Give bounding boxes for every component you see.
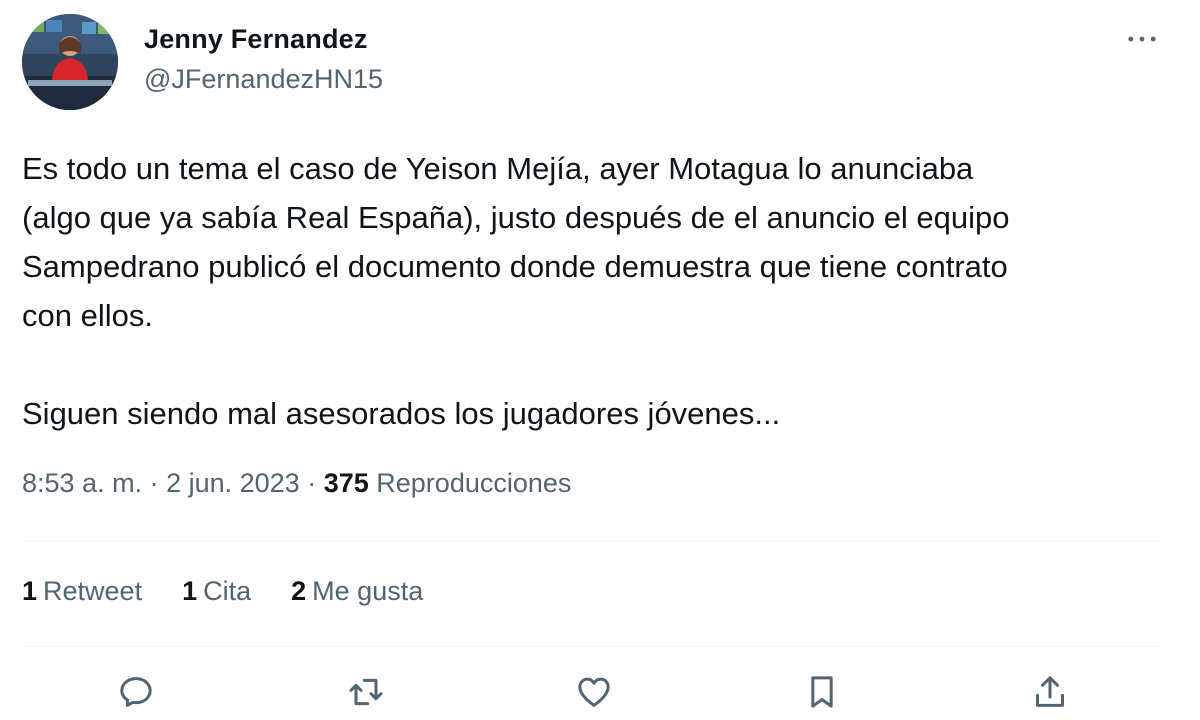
more-options-button[interactable] [1122, 24, 1162, 54]
tweet-time[interactable]: 8:53 a. m. [22, 468, 142, 498]
reply-button[interactable] [112, 672, 160, 720]
retweet-icon [349, 678, 383, 706]
tweet-date[interactable]: 2 jun. 2023 [166, 468, 300, 498]
retweets-stat[interactable]: 1 Retweet [22, 576, 142, 607]
tweet-line: Sampedrano publicó el documento donde de… [22, 249, 1008, 284]
views-count: 375 [323, 468, 369, 498]
likes-stat[interactable]: 2 Me gusta [291, 576, 423, 607]
tweet-paragraph: Es todo un tema el caso de Yeison Mejía,… [22, 144, 1182, 340]
quotes-stat[interactable]: 1 Cita [182, 576, 251, 607]
quotes-count: 1 [182, 576, 198, 606]
tweet-line: Es todo un tema el caso de Yeison Mejía,… [22, 151, 974, 186]
avatar[interactable] [22, 14, 118, 110]
views-label: Reproducciones [376, 468, 572, 498]
avatar-image [22, 14, 118, 110]
bookmark-icon [811, 676, 833, 708]
retweets-label: Retweet [43, 576, 143, 606]
reply-icon [120, 677, 152, 707]
retweets-count: 1 [22, 576, 38, 606]
heart-icon [578, 677, 610, 707]
likes-label: Me gusta [312, 576, 424, 606]
tweet-paragraph: Siguen siendo mal asesorados los jugador… [22, 396, 781, 431]
share-button[interactable] [1026, 672, 1074, 720]
quotes-label: Cita [203, 576, 252, 606]
divider [22, 646, 1162, 647]
meta-separator: · [299, 468, 324, 498]
tweet-text: Es todo un tema el caso de Yeison Mejía,… [22, 144, 1182, 438]
tweet-line: con ellos. [22, 298, 153, 333]
tweet-line: (algo que ya sabía Real España), justo d… [22, 200, 1010, 235]
like-button[interactable] [570, 672, 618, 720]
retweet-button[interactable] [342, 672, 390, 720]
meta-separator: · [142, 468, 167, 498]
tweet-stats: 1 Retweet 1 Cita 2 Me gusta [22, 576, 463, 607]
bookmark-button[interactable] [798, 672, 846, 720]
tweet-meta: 8:53 a. m. · 2 jun. 2023 · 375 Reproducc… [22, 468, 571, 499]
author-handle[interactable]: @JFernandezHN15 [144, 64, 383, 95]
author-display-name[interactable]: Jenny Fernandez [144, 24, 368, 55]
share-icon [1036, 676, 1064, 707]
divider [22, 540, 1162, 541]
more-horizontal-icon [1128, 36, 1156, 42]
tweet-card: Jenny Fernandez @JFernandezHN15 Es todo … [0, 0, 1200, 708]
action-bar [0, 668, 1200, 716]
likes-count: 2 [291, 576, 307, 606]
